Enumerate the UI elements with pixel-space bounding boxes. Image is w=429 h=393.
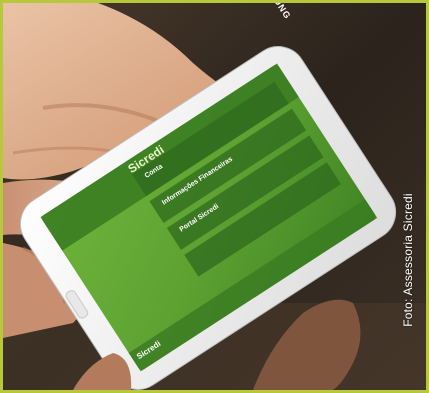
photo-credit: Foto: Assessoria Sicredi	[401, 193, 415, 327]
smartphone-photo: SAMSUNG Sicredi Conta Informações Financ…	[3, 3, 426, 390]
photo-frame: SAMSUNG Sicredi Conta Informações Financ…	[0, 0, 429, 393]
